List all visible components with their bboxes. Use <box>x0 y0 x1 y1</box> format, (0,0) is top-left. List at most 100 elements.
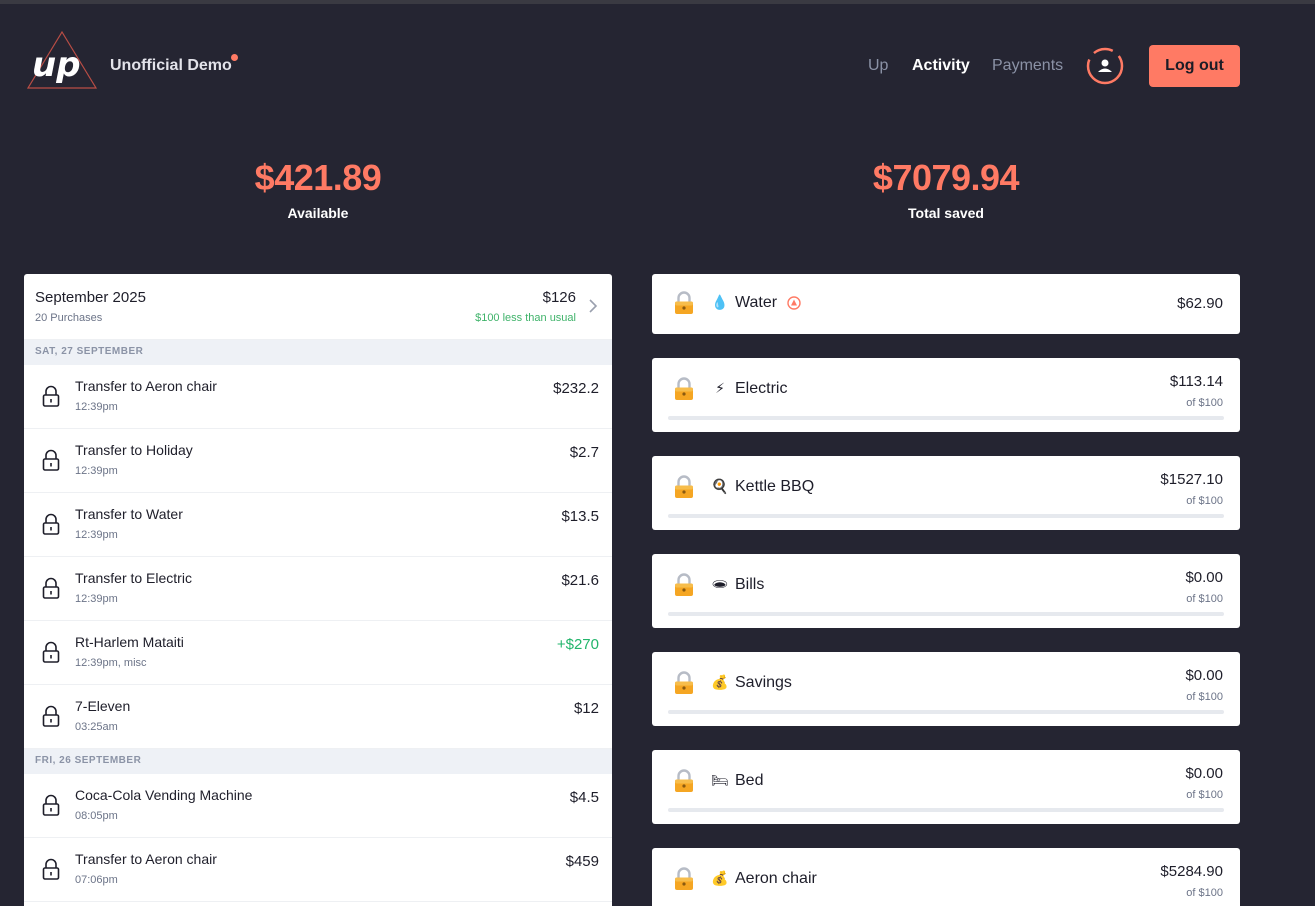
saver-progress-bar <box>668 808 1224 812</box>
transaction-time: 12:39pm <box>75 593 118 605</box>
saver-emoji-icon: 🕳 <box>711 576 729 592</box>
transaction-row[interactable]: Rt-Harlem Mataiti 12:39pm, misc +$270 <box>24 621 612 685</box>
transaction-amount: $2.7 <box>569 444 599 461</box>
day-header: FRI, 26 SEPTEMBER <box>24 749 612 774</box>
lock-icon <box>42 794 60 816</box>
saver-card[interactable]: 💧 Water $62.90 <box>652 274 1240 334</box>
saver-name: Aeron chair <box>735 870 817 887</box>
transaction-row[interactable]: Transfer to Holiday 12:39pm $2.7 <box>24 429 612 493</box>
brand-name: Unofficial Demo <box>110 57 232 74</box>
activity-panel: September 2025 20 Purchases $126 $100 le… <box>24 274 612 906</box>
month-summary[interactable]: September 2025 20 Purchases $126 $100 le… <box>24 274 612 340</box>
warning-triangle-icon <box>787 296 801 310</box>
transaction-row[interactable]: Transfer to Water 12:39pm $13.5 <box>24 493 612 557</box>
svg-text:up: up <box>32 45 81 85</box>
saver-goal: of $100 <box>1186 397 1223 409</box>
nav-activity[interactable]: Activity <box>912 57 970 75</box>
transaction-time: 12:39pm <box>75 529 118 541</box>
saver-name: Savings <box>735 674 792 691</box>
saver-card[interactable]: 💰 Aeron chair $5284.90 of $100 <box>652 848 1240 906</box>
saver-emoji-icon: 💰 <box>711 870 729 886</box>
transaction-name: Rt-Harlem Mataiti <box>75 634 184 650</box>
available-amount: $421.89 <box>254 157 382 198</box>
lock-icon <box>42 449 60 471</box>
transaction-row[interactable]: Coca-Cola Vending Machine 08:05pm $4.5 <box>24 774 612 838</box>
up-logo[interactable]: up <box>26 30 98 92</box>
month-amount: $126 <box>542 289 576 306</box>
transaction-amount: $13.5 <box>561 508 599 525</box>
saver-name: Electric <box>735 380 788 397</box>
saver-card[interactable]: 🛏 Bed $0.00 of $100 <box>652 750 1240 824</box>
saver-goal: of $100 <box>1186 691 1223 703</box>
month-title: September 2025 <box>35 289 146 306</box>
lock-icon <box>42 577 60 599</box>
nav-payments[interactable]: Payments <box>992 57 1063 75</box>
transaction-amount: $232.2 <box>553 380 599 397</box>
lock-icon <box>42 858 60 880</box>
saver-progress-bar <box>668 612 1224 616</box>
transaction-name: 7-Eleven <box>75 698 131 714</box>
saver-card[interactable]: ⚡ Electric $113.14 of $100 <box>652 358 1240 432</box>
gold-lock-icon <box>673 573 695 597</box>
transaction-row[interactable]: Transfer to Aeron chair 07:06pm $459 <box>24 838 612 902</box>
saved-balance: $7079.94 Total saved <box>846 157 1046 221</box>
saver-name: Bed <box>735 772 764 789</box>
transaction-amount: $12 <box>573 700 599 717</box>
saver-progress-bar <box>668 416 1224 420</box>
saver-progress-bar <box>668 514 1224 518</box>
saved-label: Total saved <box>908 205 984 221</box>
nav-up[interactable]: Up <box>868 57 888 75</box>
gold-lock-icon <box>673 475 695 499</box>
lock-icon <box>42 385 60 407</box>
saver-emoji-icon: 💰 <box>711 674 729 690</box>
transaction-name: Transfer to Electric <box>75 570 192 586</box>
chevron-right-icon <box>589 299 598 313</box>
transaction-row[interactable]: Transfer to Electric 12:39pm $21.6 <box>24 557 612 621</box>
transaction-time: 12:39pm <box>75 465 118 477</box>
transaction-time: 07:06pm <box>75 874 118 886</box>
saver-amount: $5284.90 <box>1160 863 1223 880</box>
transaction-time: 12:39pm <box>75 401 118 413</box>
saver-amount: $1527.10 <box>1160 471 1223 488</box>
transaction-row[interactable]: Transfer to Aeron chair 12:39pm $232.2 <box>24 365 612 429</box>
transaction-name: Transfer to Water <box>75 506 183 522</box>
day-header: SAT, 27 SEPTEMBER <box>24 340 612 365</box>
saver-amount: $62.90 <box>1177 295 1223 312</box>
available-label: Available <box>287 205 349 221</box>
profile-avatar-icon[interactable] <box>1085 46 1125 86</box>
saver-card[interactable]: 🍳 Kettle BBQ $1527.10 of $100 <box>652 456 1240 530</box>
month-comparison: $100 less than usual <box>475 312 576 324</box>
saver-name: Bills <box>735 576 765 593</box>
logout-button[interactable]: Log out <box>1149 45 1240 87</box>
transaction-time: 12:39pm, misc <box>75 657 147 669</box>
gold-lock-icon <box>673 867 695 891</box>
transaction-amount: $459 <box>565 853 599 870</box>
notification-dot <box>231 54 238 61</box>
gold-lock-icon <box>673 671 695 695</box>
transaction-time: 08:05pm <box>75 810 118 822</box>
transaction-name: Transfer to Holiday <box>75 442 193 458</box>
transaction-time: 03:25am <box>75 721 118 733</box>
month-purchases: 20 Purchases <box>35 312 103 324</box>
transaction-amount: +$270 <box>556 636 599 653</box>
transaction-row[interactable]: 7-Eleven 03:25am $12 <box>24 685 612 749</box>
saver-goal: of $100 <box>1186 887 1223 899</box>
saver-amount: $113.14 <box>1169 373 1223 390</box>
transaction-name: Transfer to Aeron chair <box>75 851 217 867</box>
saver-emoji-icon: ⚡ <box>715 380 725 396</box>
lock-icon <box>42 641 60 663</box>
saver-progress-bar <box>668 710 1224 714</box>
saver-emoji-icon: 🍳 <box>711 478 729 494</box>
available-balance: $421.89 Available <box>218 157 418 221</box>
saver-name: Water <box>735 294 778 311</box>
saver-goal: of $100 <box>1186 593 1223 605</box>
saver-name: Kettle BBQ <box>735 478 815 495</box>
saver-card[interactable]: 🕳 Bills $0.00 of $100 <box>652 554 1240 628</box>
saver-amount: $0.00 <box>1185 765 1223 782</box>
transaction-amount: $4.5 <box>569 789 599 806</box>
saver-amount: $0.00 <box>1185 667 1223 684</box>
window-top-edge <box>0 0 1315 4</box>
saver-card[interactable]: 💰 Savings $0.00 of $100 <box>652 652 1240 726</box>
transaction-amount: $21.6 <box>561 572 599 589</box>
saver-goal: of $100 <box>1186 495 1223 507</box>
